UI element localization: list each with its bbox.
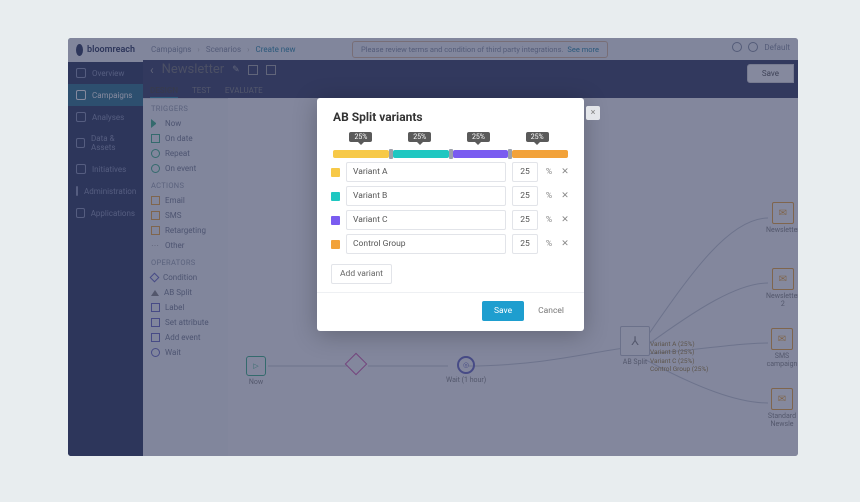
- delete-variant-a[interactable]: ✕: [560, 167, 570, 177]
- variant-distribution-bar[interactable]: 25% 25% 25% 25%: [333, 132, 568, 158]
- delete-variant-d[interactable]: ✕: [560, 239, 570, 249]
- variant-name-input-a[interactable]: [346, 162, 506, 182]
- pct-sign: %: [544, 215, 554, 225]
- variant-row-b: % ✕: [331, 186, 570, 206]
- variant-row-a: % ✕: [331, 162, 570, 182]
- pct-label-d: 25%: [526, 132, 549, 142]
- delete-variant-b[interactable]: ✕: [560, 191, 570, 201]
- variant-row-c: % ✕: [331, 210, 570, 230]
- modal-save-button[interactable]: Save: [482, 301, 524, 321]
- variant-name-input-d[interactable]: [346, 234, 506, 254]
- variant-name-input-c[interactable]: [346, 210, 506, 230]
- variant-pct-input-c[interactable]: [512, 210, 538, 230]
- delete-variant-c[interactable]: ✕: [560, 215, 570, 225]
- bar-seg-b[interactable]: [393, 150, 449, 158]
- swatch-c: [331, 216, 340, 225]
- close-icon[interactable]: ×: [586, 106, 600, 120]
- add-variant-button[interactable]: Add variant: [331, 264, 392, 284]
- pct-sign: %: [544, 191, 554, 201]
- bar-seg-d[interactable]: [512, 150, 568, 158]
- variant-pct-input-d[interactable]: [512, 234, 538, 254]
- variant-pct-input-a[interactable]: [512, 162, 538, 182]
- app-frame: bloomreach Overview Campaigns Analyses D…: [68, 38, 798, 456]
- pct-sign: %: [544, 167, 554, 177]
- pct-label-a: 25%: [349, 132, 372, 142]
- variant-name-input-b[interactable]: [346, 186, 506, 206]
- variant-row-d: % ✕: [331, 234, 570, 254]
- bar-seg-c[interactable]: [453, 150, 509, 158]
- swatch-b: [331, 192, 340, 201]
- pct-sign: %: [544, 239, 554, 249]
- modal-cancel-button[interactable]: Cancel: [532, 301, 570, 321]
- ab-split-modal: × AB Split variants 25% 25% 25% 25% % ✕: [317, 98, 584, 331]
- bar-seg-a[interactable]: [333, 150, 389, 158]
- modal-title: AB Split variants: [317, 98, 584, 132]
- modal-footer: Save Cancel: [317, 292, 584, 325]
- swatch-a: [331, 168, 340, 177]
- pct-label-b: 25%: [408, 132, 431, 142]
- pct-label-c: 25%: [467, 132, 490, 142]
- variant-pct-input-b[interactable]: [512, 186, 538, 206]
- swatch-d: [331, 240, 340, 249]
